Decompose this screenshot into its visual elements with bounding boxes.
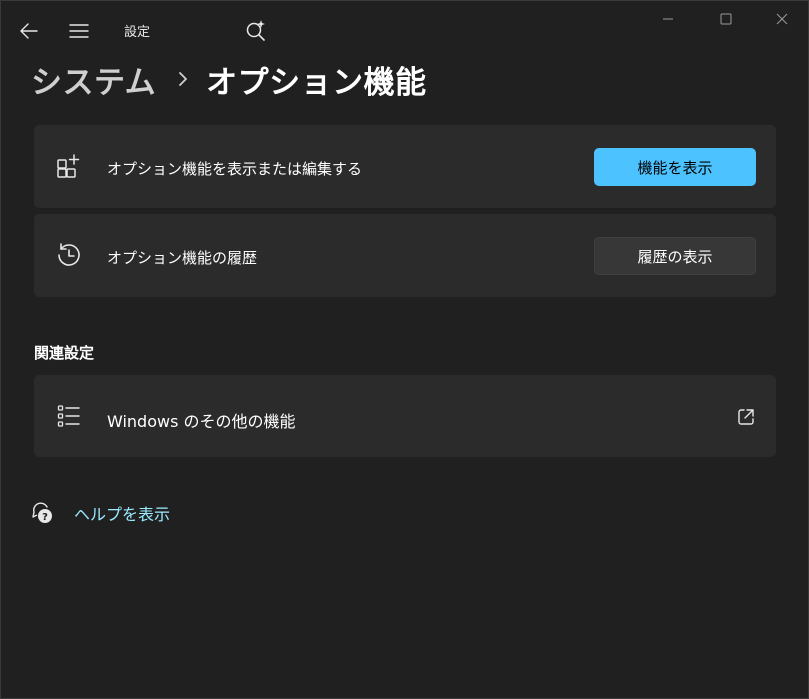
windows-features-link-card[interactable]: Windows のその他の機能 [34, 375, 776, 457]
close-icon [776, 13, 788, 25]
breadcrumb: システム オプション機能 [31, 57, 427, 101]
hamburger-icon [69, 24, 89, 38]
add-app-icon [56, 153, 82, 179]
view-features-button[interactable]: 機能を表示 [594, 148, 756, 186]
back-arrow-icon [20, 23, 38, 39]
close-button[interactable] [760, 5, 804, 33]
title-bar: 設定 [1, 1, 808, 47]
feature-history-card: オプション機能の履歴 履歴の表示 [34, 214, 776, 297]
search-sparkle-icon [246, 20, 265, 41]
get-help-row[interactable]: ? ヘルプを表示 [31, 499, 170, 527]
minimize-button[interactable] [646, 5, 690, 33]
maximize-icon [720, 13, 732, 25]
optional-features-card: オプション機能を表示または編集する 機能を表示 [34, 125, 776, 208]
svg-text:?: ? [42, 512, 48, 523]
optional-features-label: オプション機能を表示または編集する [107, 160, 363, 178]
breadcrumb-parent-link[interactable]: システム [31, 57, 156, 102]
nav-menu-button[interactable] [63, 15, 95, 47]
page-title: オプション機能 [206, 64, 427, 101]
list-icon [56, 403, 82, 429]
back-button[interactable] [13, 15, 45, 47]
help-chat-icon: ? [31, 501, 55, 525]
history-icon [56, 242, 82, 268]
app-title: 設定 [124, 25, 151, 40]
settings-window: 設定 システム オプション機能 オプション機能を表示または編集する 機能を表示 … [0, 0, 809, 699]
view-history-button[interactable]: 履歴の表示 [594, 237, 756, 275]
search-button[interactable] [241, 15, 271, 45]
minimize-icon [663, 18, 673, 20]
get-help-link[interactable]: ヘルプを表示 [74, 501, 170, 525]
windows-features-label: Windows のその他の機能 [107, 412, 296, 431]
open-external-icon [736, 407, 756, 427]
maximize-button[interactable] [704, 5, 748, 33]
feature-history-label: オプション機能の履歴 [107, 249, 258, 267]
related-settings-heading: 関連設定 [34, 344, 95, 362]
chevron-right-icon [178, 71, 188, 87]
